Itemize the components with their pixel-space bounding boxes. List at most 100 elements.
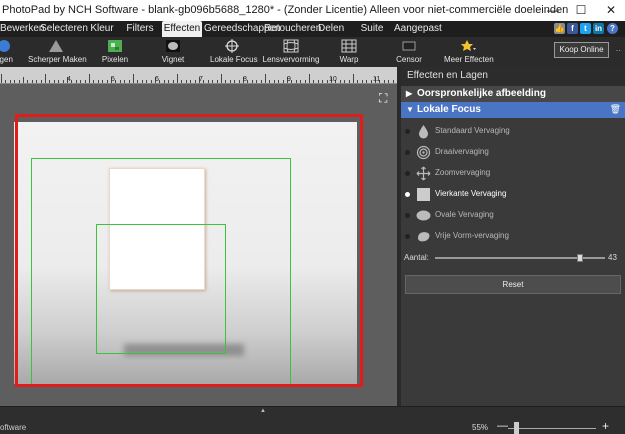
effect-vrije-vorm-vervaging[interactable]: Vrije Vorm-vervaging — [401, 226, 625, 247]
ruler-tick — [221, 74, 222, 83]
tool-lensvervorming[interactable]: Lensvervorming — [262, 37, 320, 67]
tab-kleur[interactable]: Kleur — [88, 21, 116, 37]
radio-dot[interactable] — [405, 171, 410, 176]
zoom-arrows-icon — [416, 166, 431, 181]
ruler-tick — [304, 80, 306, 83]
ruler-tick — [18, 80, 20, 83]
effects-layers-panel: Effecten en Lagen ▶ Oorspronkelijke afbe… — [401, 67, 625, 406]
ruler-tick — [322, 80, 324, 83]
ruler-tick — [370, 80, 372, 83]
section-lokale-focus[interactable]: ▼ Lokale Focus 🗑 — [401, 102, 625, 118]
ruler-tick — [128, 80, 130, 83]
ruler-tick — [62, 80, 64, 83]
tab-filters[interactable]: Filters — [124, 21, 156, 37]
amount-slider-thumb[interactable] — [577, 254, 583, 262]
ruler-tick — [9, 80, 11, 83]
tab-aangepast[interactable]: Aangepast — [394, 21, 442, 37]
ruler-tick — [366, 80, 368, 83]
ruler-tick — [45, 74, 46, 83]
ruler-tick — [1, 74, 2, 83]
zoom-out-button[interactable]: — — [497, 420, 508, 432]
ruler-tick — [265, 74, 266, 83]
pixelate-icon — [108, 40, 122, 52]
ruler-tick — [115, 80, 117, 83]
ruler-tick — [75, 80, 77, 83]
radio-dot[interactable] — [405, 192, 410, 197]
section-original-image[interactable]: ▶ Oorspronkelijke afbeelding — [401, 86, 625, 102]
tool-ugen[interactable]: ugen — [0, 37, 16, 67]
censor-icon — [402, 41, 416, 51]
collapse-up-icon[interactable]: ▲ — [260, 408, 266, 414]
ruler-tick — [133, 74, 134, 83]
tab-suite[interactable]: Suite — [360, 21, 384, 37]
like-icon[interactable]: 👍 — [554, 23, 565, 34]
tab-delen[interactable]: Delen — [318, 21, 344, 37]
ruler-tick — [80, 80, 82, 83]
tool-lokale-focus[interactable]: Lokale Focus — [210, 37, 258, 67]
ruler-tick — [185, 80, 187, 83]
ruler-tick — [177, 74, 178, 83]
close-button[interactable]: ✕ — [594, 0, 625, 21]
ruler-tick — [141, 80, 143, 83]
effect-draaivervaging[interactable]: Draaivervaging — [401, 142, 625, 163]
ruler-tick — [339, 80, 341, 83]
trash-icon[interactable]: 🗑 — [610, 102, 621, 117]
tab-gereedschappen[interactable]: Gereedschappen — [204, 21, 281, 37]
effect-standaard-vervaging[interactable]: Standaard Vervaging — [401, 121, 625, 142]
facebook-icon[interactable]: f — [567, 23, 578, 34]
koop-online-button[interactable]: Koop Online — [554, 42, 609, 58]
radio-dot[interactable] — [405, 234, 410, 239]
ruler-tick — [168, 80, 170, 83]
ruler-tick — [172, 80, 174, 83]
ruler-tick — [212, 80, 214, 83]
zoom-slider-track[interactable] — [508, 428, 596, 429]
effect-ovale-vervaging[interactable]: Ovale Vervaging — [401, 205, 625, 226]
tool-pixelen[interactable]: Pixelen — [98, 37, 132, 67]
ruler-mark: 9 — [287, 76, 291, 83]
ruler-tick — [357, 80, 359, 83]
ruler-tick — [137, 80, 139, 83]
maximize-button[interactable]: ☐ — [564, 0, 598, 21]
tool-vignet[interactable]: Vignet — [158, 37, 188, 67]
linkedin-icon[interactable]: in — [593, 23, 604, 34]
ruler-tick — [53, 80, 55, 83]
tool-meer-effecten[interactable]: Meer Effecten — [444, 37, 494, 67]
ruler-tick — [229, 80, 231, 83]
ruler-tick — [234, 80, 236, 83]
twitter-icon[interactable]: t — [580, 23, 591, 34]
ruler-tick — [383, 80, 385, 83]
radio-dot[interactable] — [405, 129, 410, 134]
fullscreen-icon[interactable]: ⛶ — [379, 92, 391, 104]
zoom-slider-thumb[interactable] — [514, 422, 519, 434]
tool-scherper-maken[interactable]: Scherper Maken — [28, 37, 87, 67]
tab-retoucheren[interactable]: Retoucheren — [264, 21, 321, 37]
tab-selecteren[interactable]: Selecteren — [40, 21, 88, 37]
status-text: oftware — [0, 423, 27, 432]
ruler-tick — [150, 80, 152, 83]
ruler-tick — [163, 80, 165, 83]
effects-toolbar: ugen Scherper Maken Pixelen Vignet Lokal… — [0, 37, 625, 67]
ruler-tick — [313, 80, 315, 83]
toolbar-overflow-button[interactable]: ·· — [616, 46, 621, 55]
help-icon[interactable]: ? — [607, 23, 618, 34]
tab-bewerken[interactable]: Bewerken — [0, 21, 44, 37]
tab-effecten[interactable]: Effecten — [162, 21, 202, 37]
reset-button[interactable]: Reset — [405, 275, 621, 294]
tool-warp[interactable]: Warp — [334, 37, 364, 67]
zoom-in-button[interactable]: + — [602, 419, 609, 433]
ruler-tick — [282, 80, 284, 83]
tool-censor[interactable]: Censor — [394, 37, 424, 67]
radio-dot[interactable] — [405, 150, 410, 155]
effect-zoomvervaging[interactable]: Zoomvervaging — [401, 163, 625, 184]
ruler-tick — [194, 80, 196, 83]
ruler-tick — [326, 80, 328, 83]
freeform-icon — [418, 232, 430, 242]
ruler-tick — [119, 80, 121, 83]
effect-vierkante-vervaging[interactable]: Vierkante Vervaging — [401, 184, 625, 205]
status-bar: ▲ oftware 55% — + — [0, 406, 625, 434]
ruler-tick — [89, 74, 90, 83]
canvas-area[interactable]: ⛶ — [0, 84, 397, 406]
radio-dot[interactable] — [405, 213, 410, 218]
spiral-icon — [416, 145, 431, 160]
ruler-mark: 11 — [373, 76, 381, 83]
